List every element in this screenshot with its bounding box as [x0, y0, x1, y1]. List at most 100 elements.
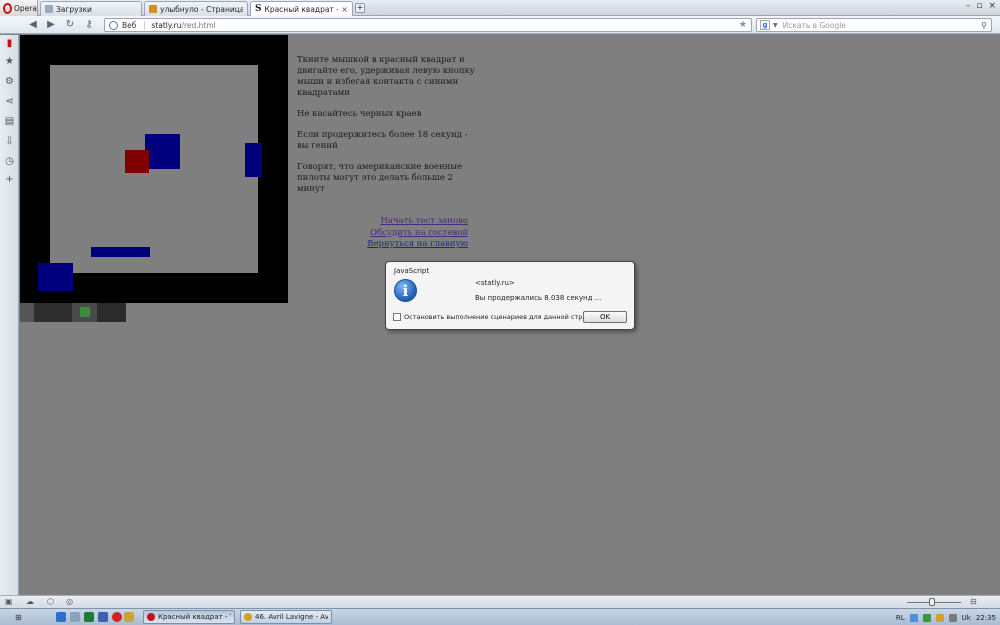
reload-icon[interactable]: ↻ — [64, 19, 76, 31]
tray-network-icon[interactable] — [922, 613, 931, 622]
side-panel: ▮ ★ ⚙ ⋖ ▤ ⇩ ◷ + — [0, 35, 19, 595]
bookmark-star-icon[interactable]: ★ — [739, 20, 747, 30]
tab-bar: Opera Загрузки улыбнуло - Страница 4... … — [0, 0, 1000, 16]
address-field[interactable]: Веб statly.ru/red.html ★ — [104, 18, 752, 32]
tab-forum[interactable]: улыбнуло - Страница 4... — [144, 1, 248, 16]
dialog-title: JavaScript — [394, 267, 430, 275]
tab-downloads[interactable]: Загрузки — [40, 1, 142, 16]
forward-icon[interactable]: ▶ — [45, 19, 57, 31]
instruction-paragraph: Не касайтесь черных краев — [297, 109, 422, 119]
minimize-icon[interactable]: – — [966, 1, 971, 11]
tab-red-square[interactable]: S Красный квадрат - Тес... × — [250, 1, 353, 16]
cloud-icon[interactable]: ☁ — [26, 597, 34, 606]
address-prefix: Веб — [122, 20, 146, 30]
close-tab-icon[interactable]: × — [341, 5, 348, 14]
maximize-icon[interactable]: ▫ — [976, 1, 982, 11]
opera-menu-button[interactable]: Opera — [0, 0, 38, 16]
window-controls: – ▫ × — [966, 1, 996, 11]
unite-icon[interactable]: ⬡ — [47, 597, 54, 606]
navigation-bar: ◀ ▶ ↻ ⚷ Веб statly.ru/red.html ★ g ▼ Иск… — [0, 16, 1000, 34]
javascript-alert-dialog: JavaScript i <statly.ru> Вы продержались… — [385, 261, 635, 330]
search-engine-dropdown-icon[interactable]: ▼ — [773, 22, 778, 29]
taskbar-item-title: 46. Avril Lavigne - Avr... — [255, 613, 328, 621]
zoom-icon[interactable]: ⊟ — [970, 597, 977, 606]
share-icon[interactable]: ⋖ — [4, 96, 15, 107]
new-tab-button[interactable]: + — [355, 3, 365, 13]
blue-square — [91, 247, 150, 257]
blue-square — [145, 134, 180, 169]
stop-scripts-checkbox[interactable] — [393, 313, 401, 321]
tray-app-icon[interactable] — [909, 613, 918, 622]
ok-button[interactable]: OK — [583, 311, 627, 323]
close-window-icon[interactable]: × — [988, 1, 996, 11]
address-path: /red.html — [181, 20, 216, 30]
opera-logo-icon — [3, 2, 12, 14]
windows-logo-icon: ⊞ — [15, 613, 22, 622]
desktop-quicklaunch-icon[interactable] — [70, 612, 80, 622]
instruction-paragraph: Говорят, что американские военные пилоты… — [297, 162, 463, 194]
home-link[interactable]: Вернуться на главную — [297, 239, 468, 251]
page-links: Начать тест заново Обсудить на гостевой … — [297, 216, 468, 251]
downloads-icon — [45, 5, 53, 13]
panel-toggle-icon[interactable]: ▣ — [5, 597, 13, 606]
search-icon[interactable]: ⚲ — [981, 21, 987, 30]
excel-quicklaunch-icon[interactable] — [84, 612, 94, 622]
key-icon[interactable]: ⚷ — [83, 19, 95, 31]
settings-gear-icon[interactable]: ⚙ — [4, 76, 15, 87]
info-icon: i — [394, 279, 417, 302]
windows-taskbar: ⊞ Красный квадрат - T... 46. Avril Lavig… — [0, 608, 1000, 625]
taskbar-item-opera[interactable]: Красный квадрат - T... — [143, 610, 235, 624]
opera-menu-label: Opera — [14, 3, 37, 13]
blue-square — [245, 143, 262, 177]
monitor-arrow-icon — [20, 303, 34, 322]
tab-title: Загрузки — [56, 4, 92, 14]
clock[interactable]: 22:35 — [976, 614, 996, 622]
forum-favicon-icon — [149, 5, 157, 13]
system-monitor-widget — [20, 303, 126, 322]
downloads-panel-icon[interactable]: ⇩ — [4, 136, 15, 147]
bookmarks-star-icon[interactable]: ★ — [4, 56, 15, 67]
search-field[interactable]: g ▼ Искать в Google ⚲ — [756, 18, 992, 32]
statly-favicon-icon: S — [255, 4, 262, 14]
red-square[interactable] — [125, 150, 149, 173]
app-quicklaunch-icon[interactable] — [124, 612, 134, 622]
player-icon — [244, 613, 252, 621]
monitor-panel — [34, 303, 72, 322]
system-tray: RL Uk 22:35 — [896, 610, 996, 625]
tab-title: улыбнуло - Страница 4... — [160, 4, 243, 14]
ie-quicklaunch-icon[interactable] — [56, 612, 66, 622]
blue-square — [38, 263, 73, 291]
game-board — [20, 35, 288, 303]
network-icon — [80, 307, 90, 317]
stop-scripts-label[interactable]: Остановить выполнение сценариев для данн… — [404, 313, 604, 321]
restart-test-link[interactable]: Начать тест заново — [297, 216, 469, 228]
dialog-origin: <statly.ru> — [475, 279, 515, 287]
turbo-icon[interactable]: ◎ — [66, 597, 73, 606]
notes-icon[interactable]: ▤ — [4, 116, 15, 127]
language-indicator[interactable]: RL — [896, 614, 905, 622]
opera-quicklaunch-icon[interactable] — [112, 612, 122, 622]
start-button[interactable]: ⊞ — [2, 610, 40, 625]
search-placeholder: Искать в Google — [782, 20, 846, 30]
instruction-paragraph: Если продержитесь более 18 секунд - вы г… — [297, 130, 468, 151]
opera-panel-icon[interactable]: ▮ — [4, 38, 15, 49]
browser-status-bar: ▣ ☁ ⬡ ◎ ⊟ — [0, 595, 1000, 608]
tray-volume-icon[interactable] — [935, 613, 944, 622]
taskbar-item-player[interactable]: 46. Avril Lavigne - Avr... — [240, 610, 332, 624]
guestbook-link[interactable]: Обсудить на гостевой — [297, 228, 468, 240]
instruction-paragraph: Ткните мышкой в красный квадрат и двигай… — [297, 55, 475, 98]
back-icon[interactable]: ◀ — [27, 19, 39, 31]
tray-label: Uk — [961, 613, 971, 622]
history-clock-icon[interactable]: ◷ — [4, 156, 15, 167]
word-quicklaunch-icon[interactable] — [98, 612, 108, 622]
play-field — [50, 65, 258, 273]
monitor-readout — [97, 303, 126, 322]
add-panel-icon[interactable]: + — [4, 174, 15, 185]
address-host: statly.ru — [151, 20, 182, 30]
dialog-message: Вы продержались 8.038 секунд ... — [475, 294, 602, 302]
opera-icon — [147, 613, 155, 621]
tray-misc-icon[interactable] — [948, 613, 957, 622]
zoom-slider-handle[interactable] — [929, 598, 935, 606]
google-icon[interactable]: g — [760, 20, 770, 30]
tab-title: Красный квадрат - Тес... — [264, 4, 339, 14]
